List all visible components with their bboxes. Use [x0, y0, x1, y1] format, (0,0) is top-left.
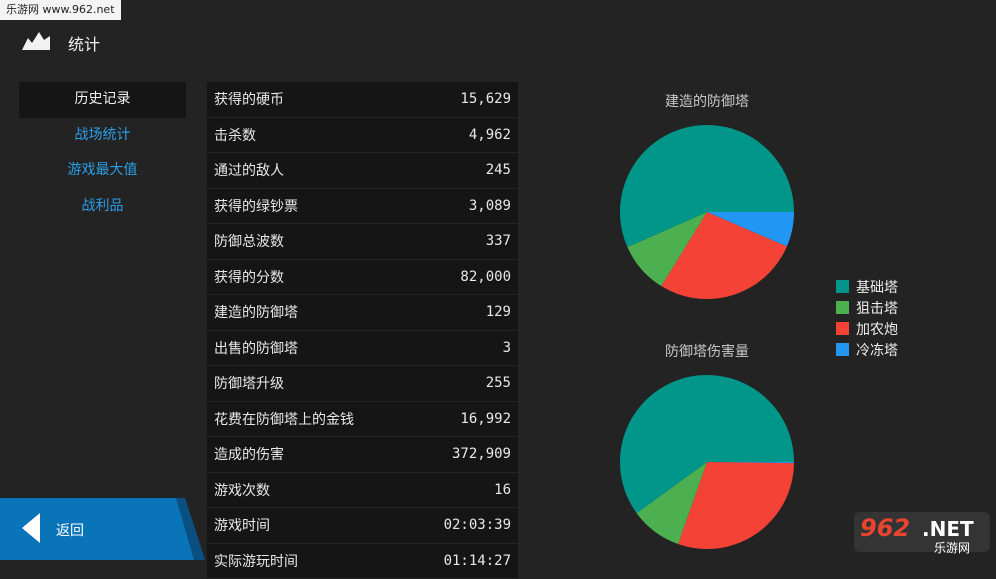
watermark-top: 乐游网 www.962.net: [0, 0, 121, 20]
mountain-logo-icon: [22, 32, 50, 50]
stat-row: 获得的硬币 15,629: [207, 82, 518, 117]
back-button[interactable]: 返回: [0, 498, 205, 560]
stat-value: 4,962: [468, 126, 511, 143]
watermark-logo: 962 .NET 乐游网: [854, 512, 990, 555]
stat-label: 获得的绿钞票: [214, 198, 298, 215]
watermark-logo-sub: 乐游网: [934, 541, 970, 555]
stat-value: 255: [485, 375, 511, 392]
back-label: 返回: [56, 523, 84, 539]
stat-label: 防御总波数: [214, 234, 284, 251]
stat-value: 3,089: [468, 197, 511, 214]
stat-label: 击杀数: [214, 127, 256, 144]
stat-label: 防御塔升级: [214, 376, 284, 393]
back-arrow-icon: [22, 513, 40, 543]
stat-label: 游戏时间: [214, 518, 270, 535]
stat-value: 372,909: [451, 446, 511, 463]
stat-value: 16: [494, 481, 511, 498]
watermark-logo-net: .NET: [922, 517, 974, 541]
stat-row: 防御总波数 337: [207, 224, 518, 259]
sidebar-item-history[interactable]: 历史记录: [19, 82, 186, 118]
chart-title-tower-damage: 防御塔伤害量: [665, 344, 749, 360]
sidebar-item-game-max[interactable]: 游戏最大值: [19, 153, 186, 189]
stat-row: 花费在防御塔上的金钱 16,992: [207, 401, 518, 436]
stat-row: 通过的敌人 245: [207, 153, 518, 188]
stat-row: 出售的防御塔 3: [207, 330, 518, 365]
legend-label: 狙击塔: [856, 300, 898, 317]
pie-chart-towers-built: [620, 125, 794, 299]
legend-swatch: [836, 301, 849, 314]
legend-item: 基础塔: [836, 276, 898, 297]
sidebar: 历史记录 战场统计 游戏最大值 战利品: [19, 82, 186, 224]
legend-label: 冷冻塔: [856, 342, 898, 359]
top-bar: 统计: [0, 20, 996, 64]
legend-swatch: [836, 280, 849, 293]
stat-value: 82,000: [460, 268, 511, 285]
stat-value: 129: [485, 304, 511, 321]
stat-label: 花费在防御塔上的金钱: [214, 411, 354, 428]
legend-item: 狙击塔: [836, 297, 898, 318]
stat-row: 造成的伤害 372,909: [207, 437, 518, 472]
stat-value: 245: [485, 162, 511, 179]
stat-value: 01:14:27: [443, 552, 511, 569]
legend-item: 冷冻塔: [836, 339, 898, 360]
page-title: 统计: [68, 35, 101, 54]
stat-value: 16,992: [460, 410, 511, 427]
watermark-logo-962: 962: [860, 514, 910, 542]
stat-value: 02:03:39: [443, 517, 511, 534]
pie-chart-tower-damage: [620, 375, 794, 549]
stat-label: 获得的分数: [214, 269, 284, 286]
stat-label: 获得的硬币: [214, 92, 284, 109]
stat-value: 15,629: [460, 91, 511, 108]
stat-value: 337: [485, 233, 511, 250]
stat-row: 击杀数 4,962: [207, 117, 518, 152]
stat-row: 实际游玩时间 01:14:27: [207, 543, 518, 578]
stat-label: 造成的伤害: [214, 447, 284, 464]
stat-row: 防御塔升级 255: [207, 366, 518, 401]
chart-legend: 基础塔 狙击塔 加农炮 冷冻塔: [836, 276, 898, 360]
legend-label: 加农炮: [856, 321, 898, 338]
stat-row: 获得的绿钞票 3,089: [207, 188, 518, 223]
sidebar-item-loot[interactable]: 战利品: [19, 189, 186, 225]
stats-list: 获得的硬币 15,629 击杀数 4,962 通过的敌人 245 获得的绿钞票 3,08…: [207, 82, 518, 579]
legend-item: 加农炮: [836, 318, 898, 339]
sidebar-item-battle-stats[interactable]: 战场统计: [19, 118, 186, 154]
stat-label: 建造的防御塔: [214, 305, 298, 322]
stat-row: 游戏时间 02:03:39: [207, 508, 518, 543]
stat-label: 实际游玩时间: [214, 553, 298, 570]
stat-label: 游戏次数: [214, 482, 270, 499]
stat-label: 通过的敌人: [214, 163, 284, 180]
stat-value: 3: [502, 339, 511, 356]
stat-label: 出售的防御塔: [214, 340, 298, 357]
stat-row: 游戏次数 16: [207, 472, 518, 507]
legend-swatch: [836, 322, 849, 335]
legend-label: 基础塔: [856, 279, 898, 296]
chart-title-towers-built: 建造的防御塔: [665, 94, 749, 110]
stat-row: 建造的防御塔 129: [207, 295, 518, 330]
stat-row: 获得的分数 82,000: [207, 259, 518, 294]
legend-swatch: [836, 343, 849, 356]
